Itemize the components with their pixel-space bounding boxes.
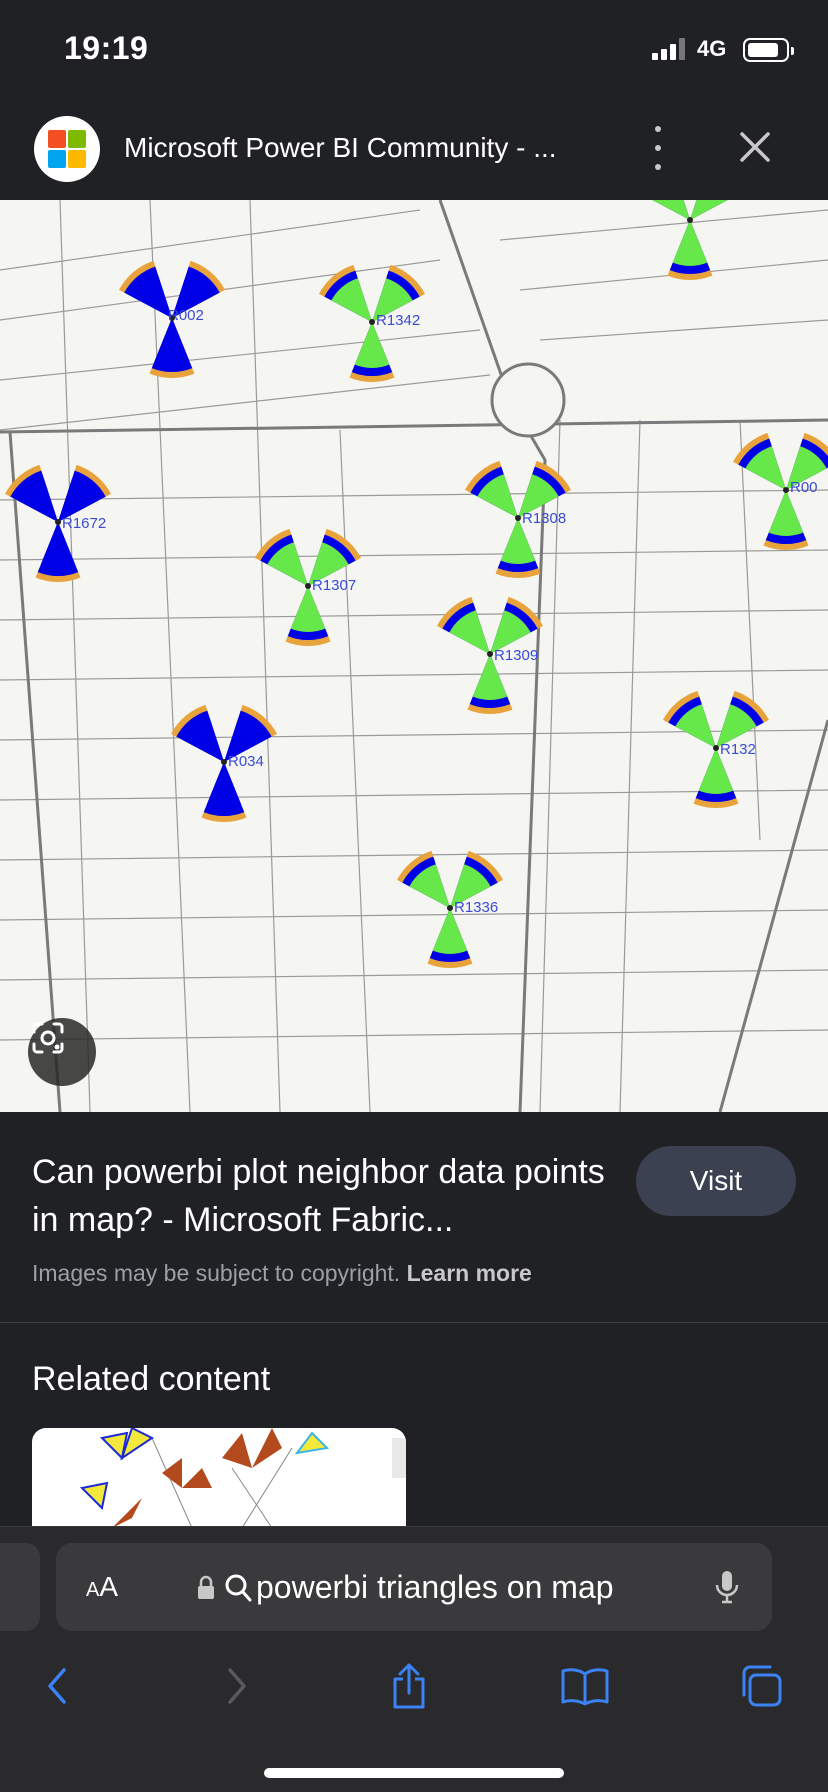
visit-button[interactable]: Visit [636,1146,796,1216]
image-viewer-header: Microsoft Power BI Community - ... [0,100,828,200]
previous-tab-preview[interactable] [0,1543,40,1631]
rose-center [487,651,493,657]
tabs-button[interactable] [736,1661,786,1711]
copyright-notice: Images may be subject to copyright. Lear… [32,1260,532,1287]
reader-settings-button[interactable]: AA [86,1571,118,1603]
home-indicator [264,1768,564,1778]
battery-icon [743,38,794,62]
browser-nav-row [0,1653,828,1723]
learn-more-link[interactable]: Learn more [407,1260,532,1286]
rose-center [687,217,693,223]
url-field[interactable]: powerbi triangles on map [256,1569,614,1606]
rose-center [713,745,719,751]
share-button[interactable] [384,1661,434,1711]
chevron-right-icon [228,1668,246,1704]
map-label: R00 [790,479,818,496]
browser-toolbar: AA powerbi triangles on map [0,1526,828,1792]
chevron-left-icon [48,1668,66,1704]
map-label: R1342 [376,312,420,329]
book-icon [561,1668,609,1706]
map-label: R1308 [522,510,566,527]
divider [0,1322,828,1323]
status-time: 19:19 [64,30,149,66]
microphone-icon[interactable] [714,1569,740,1605]
more-options-icon[interactable] [648,126,668,170]
rose-wedge [768,490,804,536]
bookmarks-button[interactable] [560,1661,610,1711]
rose-center [305,583,311,589]
copyright-text: Images may be subject to copyright. [32,1260,401,1286]
related-content-card[interactable] [32,1428,406,1528]
lens-search-button[interactable] [28,1018,96,1086]
rose-center [369,319,375,325]
microsoft-logo-icon [48,130,86,168]
camera-lens-icon [32,1022,64,1054]
rose-wedge [154,318,190,364]
back-button[interactable] [32,1661,82,1711]
rose-center [55,519,61,525]
forward-button[interactable] [212,1661,262,1711]
tabs-icon [742,1665,782,1707]
rose-center [783,487,789,493]
result-title[interactable]: Can powerbi plot neighbor data points in… [32,1148,622,1244]
map-label: R132 [720,741,756,758]
map-label: R034 [228,753,264,770]
map-label: R1672 [62,515,106,532]
rose-center [515,515,521,521]
signal-icon [652,38,685,60]
related-thumbnail [79,1428,406,1528]
map-label: R1336 [454,899,498,916]
map-label: R002 [168,307,204,324]
network-label: 4G [697,36,727,61]
map-canvas: R002 R1342 R1672 R1308 R00 R1307 R1309 R… [0,200,828,1112]
rose-wedge [672,220,708,266]
related-content-title: Related content [32,1360,271,1398]
site-title[interactable]: Microsoft Power BI Community - ... [124,132,557,164]
preview-image[interactable]: R002 R1342 R1672 R1308 R00 R1307 R1309 R… [0,200,828,1112]
map-label: R1309 [494,647,538,664]
status-bar: 19:19 4G [0,0,828,100]
share-icon [393,1663,425,1709]
rose-wedge [690,200,728,220]
rose-wedge [652,200,690,220]
site-logo [34,116,100,182]
address-bar[interactable]: AA powerbi triangles on map [56,1543,772,1631]
search-icon [225,1574,252,1602]
rose-center [447,905,453,911]
rose-center [221,759,227,765]
lock-icon [198,1575,214,1599]
close-icon[interactable] [736,128,774,166]
map-label: R1307 [312,577,356,594]
